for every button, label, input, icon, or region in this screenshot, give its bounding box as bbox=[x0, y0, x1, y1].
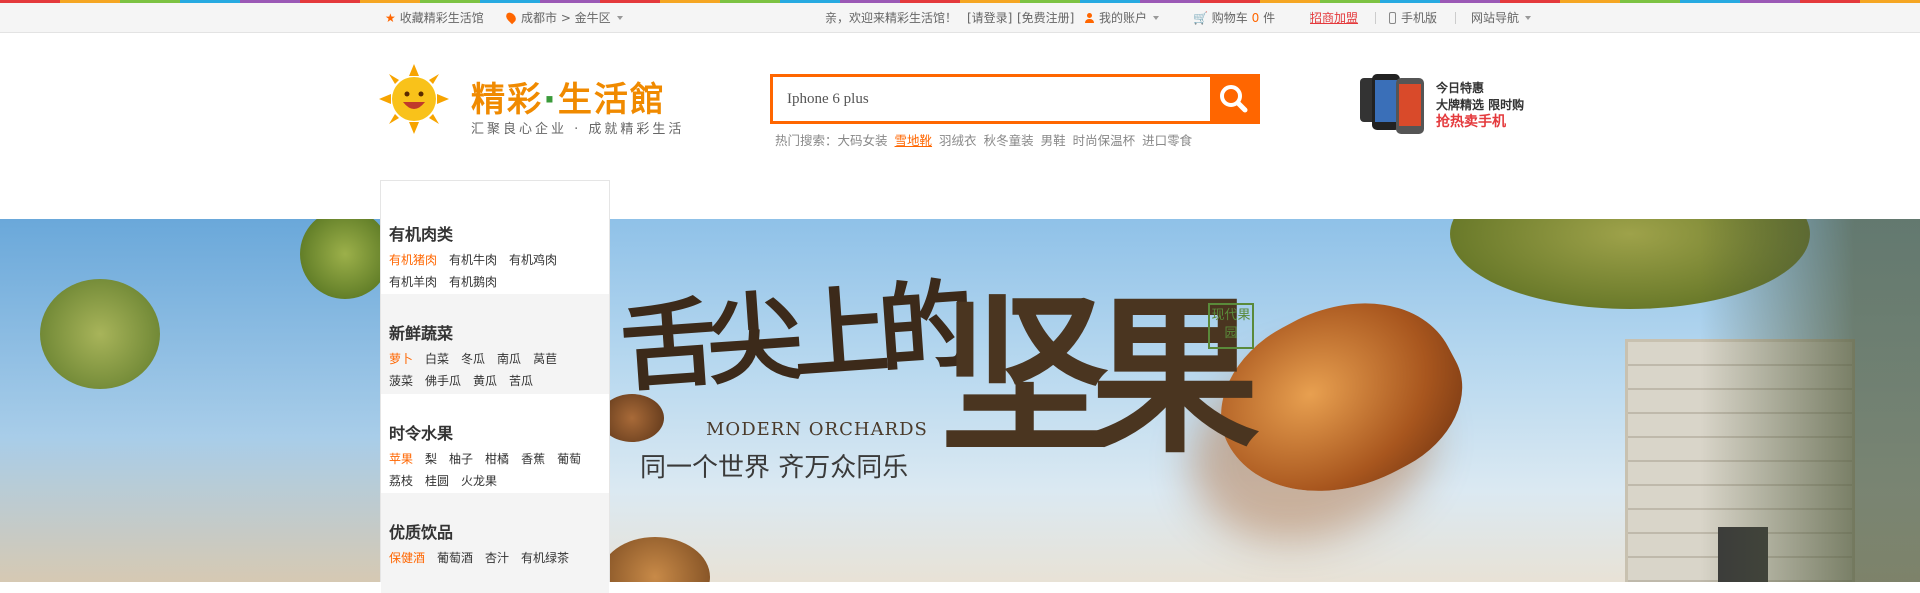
category-item-link[interactable]: 柚子 bbox=[449, 448, 473, 470]
promo-phone-ad[interactable]: 今日特惠 大牌精选 限时购 抢热卖手机 bbox=[1358, 70, 1558, 140]
category-item-link[interactable]: 火龙果 bbox=[461, 470, 497, 492]
banner-seal: 现代果园 bbox=[1208, 303, 1254, 349]
category-items: 苹果梨柚子 柑橘 香蕉 葡萄荔枝 桂圆 火龙果 bbox=[389, 448, 604, 492]
category-item-link[interactable]: 柑橘 bbox=[485, 448, 509, 470]
join-link[interactable]: 招商加盟 bbox=[1310, 3, 1358, 33]
location-selector[interactable]: 成都市 > 金牛区 bbox=[504, 3, 623, 33]
hot-search-term[interactable]: 羽绒衣 bbox=[939, 133, 977, 148]
category-items: 萝卜 白菜 冬瓜 南瓜 莴苣菠菜 佛手瓜 黄瓜 苦瓜 bbox=[389, 348, 604, 392]
hot-search-term[interactable]: 进口零食 bbox=[1142, 133, 1192, 148]
category-item-link[interactable]: 杏汁 bbox=[485, 547, 509, 569]
hot-search-term[interactable]: 时尚保温杯 bbox=[1073, 133, 1136, 148]
hot-search-term[interactable]: 秋冬童装 bbox=[984, 133, 1034, 148]
fruit-image bbox=[40, 279, 160, 389]
category-item-link[interactable]: 苦瓜 bbox=[509, 370, 533, 392]
category-item-link[interactable]: 葡萄 bbox=[557, 448, 581, 470]
category-items: 保健酒 葡萄酒 杏汁 有机绿茶 bbox=[389, 547, 604, 569]
star-icon: ★ bbox=[385, 11, 396, 25]
category-item-link[interactable]: 有机鸡肉 bbox=[509, 249, 557, 271]
phone-icon bbox=[1389, 12, 1396, 24]
hero-banner[interactable]: 舌尖上的 坚果 现代果园 MODERN ORCHARDS 同一个世界 齐万众同乐 bbox=[0, 219, 1920, 582]
category-item-link[interactable]: 桂圆 bbox=[425, 470, 449, 492]
favorite-link[interactable]: ★ 收藏精彩生活馆 bbox=[385, 3, 484, 33]
category-group: 有机肉类有机猪肉 有机牛肉 有机鸡肉有机羊肉 有机鹅肉 bbox=[381, 195, 609, 295]
top-bar: ★ 收藏精彩生活馆 成都市 > 金牛区 亲，欢迎来精彩生活馆！ [请登录] [免费… bbox=[0, 3, 1920, 33]
banner-title-a: 舌尖上的 bbox=[617, 268, 969, 405]
logo-name: 精彩·生活館 bbox=[471, 80, 666, 120]
account-menu[interactable]: 我的账户 bbox=[1085, 3, 1160, 33]
divider bbox=[1375, 3, 1376, 33]
category-item-link[interactable]: 苹果 bbox=[389, 448, 413, 470]
category-item-link[interactable]: 有机鹅肉 bbox=[449, 271, 497, 293]
welcome-text: 亲，欢迎来精彩生活馆！ bbox=[825, 11, 958, 25]
category-title[interactable]: 新鲜蔬菜 bbox=[389, 320, 453, 344]
search-input[interactable] bbox=[773, 77, 1203, 121]
search-button[interactable] bbox=[1210, 77, 1257, 121]
chevron-down-icon bbox=[1153, 16, 1160, 20]
sun-mascot-icon bbox=[379, 64, 449, 134]
hot-search-term[interactable]: 男鞋 bbox=[1041, 133, 1066, 148]
promo-line-3: 抢热卖手机 bbox=[1436, 114, 1506, 130]
site-nav-menu[interactable]: 网站导航 bbox=[1471, 3, 1532, 33]
search-box bbox=[770, 74, 1260, 124]
category-group: 时令水果苹果梨柚子 柑橘 香蕉 葡萄荔枝 桂圆 火龙果 bbox=[381, 394, 609, 494]
site-logo[interactable]: 精彩·生活館 汇聚良心企业 · 成就精彩生活 bbox=[373, 52, 681, 162]
category-item-link[interactable]: 葡萄酒 bbox=[437, 547, 473, 569]
category-item-link[interactable]: 有机羊肉 bbox=[389, 271, 437, 293]
location-pin-icon bbox=[504, 10, 518, 25]
category-item-link[interactable]: 白菜 bbox=[425, 348, 449, 370]
category-item-link[interactable]: 有机猪肉 bbox=[389, 249, 437, 271]
category-item-link[interactable]: 菠菜 bbox=[389, 370, 413, 392]
banner-right-shade bbox=[1700, 219, 1920, 582]
category-item-link[interactable]: 佛手瓜 bbox=[425, 370, 461, 392]
phone-product-image bbox=[1360, 74, 1424, 134]
category-title[interactable]: 时令水果 bbox=[389, 420, 453, 444]
mobile-link[interactable]: 手机版 bbox=[1389, 3, 1437, 33]
category-item-link[interactable]: 冬瓜 bbox=[461, 348, 485, 370]
category-item-link[interactable]: 莴苣 bbox=[533, 348, 557, 370]
category-item-link[interactable]: 黄瓜 bbox=[473, 370, 497, 392]
chevron-down-icon bbox=[1525, 16, 1532, 20]
category-item-link[interactable]: 萝卜 bbox=[389, 348, 413, 370]
promo-line-2: 大牌精选 限时购 bbox=[1436, 98, 1525, 112]
search-icon bbox=[1220, 85, 1248, 113]
category-item-link[interactable]: 香蕉 bbox=[521, 448, 545, 470]
category-item-link[interactable]: 有机牛肉 bbox=[449, 249, 497, 271]
category-items: 有机猪肉 有机牛肉 有机鸡肉有机羊肉 有机鹅肉 bbox=[389, 249, 604, 293]
banner-title-b: 坚果 bbox=[940, 277, 1260, 477]
category-group: 新鲜蔬菜萝卜 白菜 冬瓜 南瓜 莴苣菠菜 佛手瓜 黄瓜 苦瓜 bbox=[381, 294, 609, 394]
header: 精彩·生活館 汇聚良心企业 · 成就精彩生活 热门搜索：大码女装雪地靴羽绒衣秋冬… bbox=[0, 34, 1920, 219]
category-menu: 有机肉类有机猪肉 有机牛肉 有机鸡肉有机羊肉 有机鹅肉新鲜蔬菜萝卜 白菜 冬瓜 南瓜 莴苣菠菜… bbox=[380, 180, 610, 593]
hot-search-term[interactable]: 大码女装 bbox=[838, 133, 888, 148]
login-link[interactable]: [请登录] bbox=[967, 3, 1012, 33]
hot-search-term[interactable]: 雪地靴 bbox=[895, 133, 933, 148]
hot-search: 热门搜索：大码女装 雪地靴 羽绒衣 秋冬童装 男鞋 时尚保温杯 进口零食 bbox=[775, 133, 1193, 148]
chevron-down-icon bbox=[616, 16, 623, 20]
divider bbox=[1455, 3, 1456, 33]
user-icon bbox=[1085, 13, 1094, 23]
category-item-link[interactable]: 南瓜 bbox=[497, 348, 521, 370]
cart-link[interactable]: 🛒 购物车 0 件 bbox=[1193, 3, 1275, 33]
category-item-link[interactable]: 有机绿茶 bbox=[521, 547, 569, 569]
category-item-link[interactable]: 荔枝 bbox=[389, 470, 413, 492]
banner-english: MODERN ORCHARDS bbox=[706, 419, 928, 440]
cart-icon: 🛒 bbox=[1193, 11, 1208, 25]
category-title[interactable]: 有机肉类 bbox=[389, 221, 453, 245]
category-item-link[interactable]: 梨 bbox=[425, 448, 437, 470]
category-item-link[interactable]: 保健酒 bbox=[389, 547, 425, 569]
category-group: 优质饮品保健酒 葡萄酒 杏汁 有机绿茶 bbox=[381, 493, 609, 593]
banner-slogan: 同一个世界 齐万众同乐 bbox=[640, 453, 909, 483]
logo-slogan: 汇聚良心企业 · 成就精彩生活 bbox=[471, 122, 685, 137]
category-title[interactable]: 优质饮品 bbox=[389, 519, 453, 543]
promo-line-1: 今日特惠 bbox=[1436, 81, 1485, 95]
register-link[interactable]: [免费注册] bbox=[1017, 3, 1074, 33]
nut-image bbox=[600, 537, 710, 582]
